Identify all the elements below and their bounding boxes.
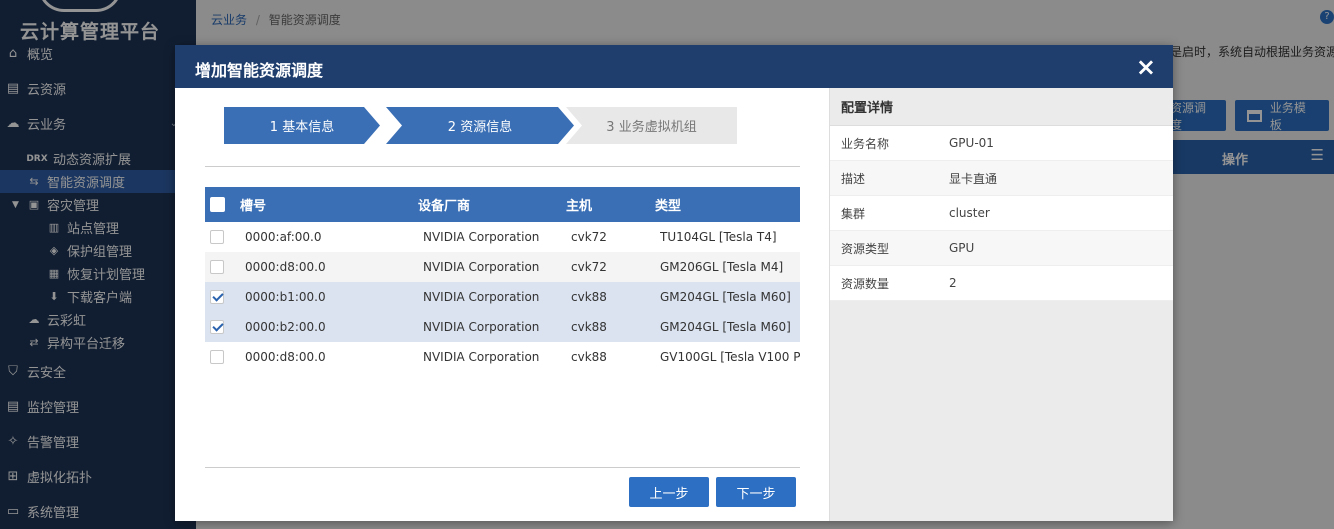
- vendor-cell: NVIDIA Corporation: [423, 290, 540, 304]
- type-cell: TU104GL [Tesla T4]: [660, 230, 777, 244]
- config-row: 资源类型 GPU: [830, 231, 1173, 266]
- column-header-slot: 槽号: [240, 199, 267, 214]
- row-checkbox[interactable]: [210, 320, 224, 334]
- host-cell: cvk88: [571, 320, 607, 334]
- slot-cell: 0000:d8:00.0: [245, 260, 326, 274]
- vendor-cell: NVIDIA Corporation: [423, 230, 540, 244]
- config-row: 业务名称 GPU-01: [830, 126, 1173, 161]
- config-row: 集群 cluster: [830, 196, 1173, 231]
- host-cell: cvk88: [571, 350, 607, 364]
- host-cell: cvk72: [571, 260, 607, 274]
- slot-cell: 0000:af:00.0: [245, 230, 322, 244]
- row-checkbox[interactable]: [210, 230, 224, 244]
- next-step-button[interactable]: 下一步: [716, 477, 796, 507]
- config-row: 描述 显卡直通: [830, 161, 1173, 196]
- config-key: 集群: [841, 206, 866, 221]
- table-row[interactable]: 0000:af:00.0 NVIDIA Corporation cvk72 TU…: [205, 222, 800, 252]
- type-cell: GM206GL [Tesla M4]: [660, 260, 784, 274]
- type-cell: GM204GL [Tesla M60]: [660, 290, 791, 304]
- config-key: 业务名称: [841, 136, 890, 151]
- divider: [205, 166, 800, 167]
- step-resource-info[interactable]: 2 资源信息: [386, 107, 574, 144]
- close-icon[interactable]: ×: [1136, 53, 1156, 81]
- slot-cell: 0000:b1:00.0: [245, 290, 326, 304]
- config-value: cluster: [949, 206, 990, 220]
- table-row[interactable]: 0000:b2:00.0 NVIDIA Corporation cvk88 GM…: [205, 312, 800, 342]
- vendor-cell: NVIDIA Corporation: [423, 260, 540, 274]
- config-value: GPU: [949, 241, 975, 255]
- vendor-cell: NVIDIA Corporation: [423, 320, 540, 334]
- dialog-title: 增加智能资源调度: [195, 61, 324, 80]
- column-header-type: 类型: [655, 199, 682, 214]
- dialog-header: 增加智能资源调度 ×: [175, 45, 1173, 88]
- column-header-host: 主机: [566, 199, 593, 214]
- config-key: 资源数量: [841, 276, 890, 291]
- row-checkbox[interactable]: [210, 350, 224, 364]
- row-checkbox[interactable]: [210, 260, 224, 274]
- wizard-steps: 1 基本信息 2 资源信息 3 业务虚拟机组: [224, 107, 744, 144]
- step-basic-info[interactable]: 1 基本信息: [224, 107, 380, 144]
- slot-cell: 0000:b2:00.0: [245, 320, 326, 334]
- type-cell: GV100GL [Tesla V100 PC: [660, 350, 800, 364]
- host-cell: cvk72: [571, 230, 607, 244]
- add-smart-schedule-dialog: 增加智能资源调度 × 1 基本信息 2 资源信息 3 业务虚拟机组 槽号 设备厂…: [175, 45, 1173, 521]
- step-vm-group[interactable]: 3 业务虚拟机组: [566, 107, 737, 144]
- prev-step-button[interactable]: 上一步: [629, 477, 709, 507]
- column-header-vendor: 设备厂商: [418, 199, 471, 214]
- select-all-checkbox[interactable]: [210, 197, 225, 212]
- slot-cell: 0000:d8:00.0: [245, 350, 326, 364]
- table-header: 槽号 设备厂商 主机 类型: [205, 187, 800, 222]
- table-row[interactable]: 0000:d8:00.0 NVIDIA Corporation cvk88 GV…: [205, 342, 800, 372]
- config-key: 描述: [841, 171, 866, 186]
- vendor-cell: NVIDIA Corporation: [423, 350, 540, 364]
- config-key: 资源类型: [841, 241, 890, 256]
- config-value: GPU-01: [949, 136, 994, 150]
- dialog-form: 1 基本信息 2 资源信息 3 业务虚拟机组 槽号 设备厂商 主机 类型 000…: [175, 88, 829, 521]
- divider: [205, 467, 800, 468]
- config-value: 2: [949, 276, 957, 290]
- table-row[interactable]: 0000:b1:00.0 NVIDIA Corporation cvk88 GM…: [205, 282, 800, 312]
- config-details-panel: 配置详情 业务名称 GPU-01 描述 显卡直通 集群 cluster 资源类型…: [829, 88, 1173, 521]
- table-row[interactable]: 0000:d8:00.0 NVIDIA Corporation cvk72 GM…: [205, 252, 800, 282]
- host-cell: cvk88: [571, 290, 607, 304]
- type-cell: GM204GL [Tesla M60]: [660, 320, 791, 334]
- row-checkbox[interactable]: [210, 290, 224, 304]
- config-details-title: 配置详情: [830, 88, 1173, 126]
- config-row: 资源数量 2: [830, 266, 1173, 301]
- config-value: 显卡直通: [949, 171, 998, 186]
- gpu-device-table: 槽号 设备厂商 主机 类型 0000:af:00.0 NVIDIA Corpor…: [205, 187, 800, 372]
